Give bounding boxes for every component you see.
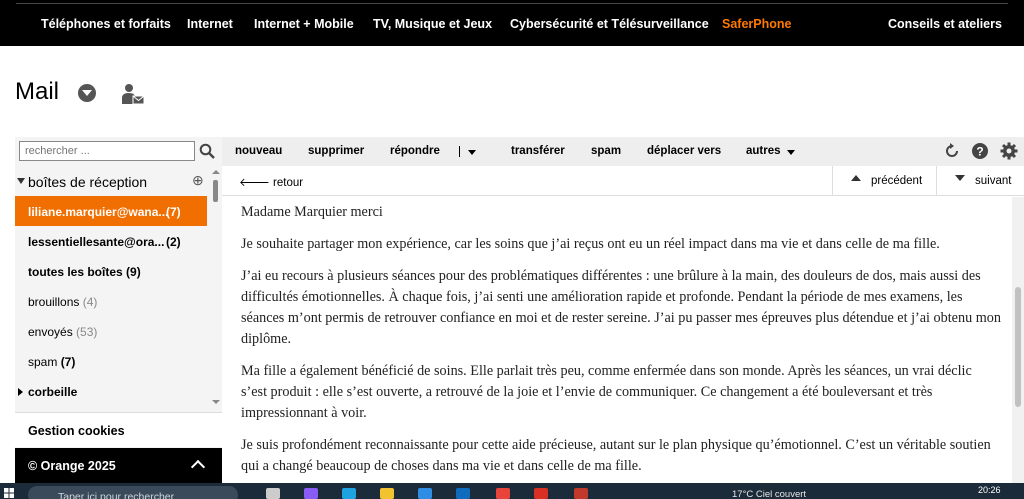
- account-item-toutes[interactable]: toutes les boîtes (9): [15, 256, 207, 286]
- account-count: (2): [166, 235, 181, 249]
- more-options-icon[interactable]: [787, 150, 795, 155]
- scroll-up-icon[interactable]: [212, 170, 220, 174]
- folder-brouillons[interactable]: brouillons (4): [15, 286, 207, 316]
- scroll-down-icon[interactable]: [212, 400, 220, 404]
- folder-corbeille[interactable]: corbeille: [15, 376, 207, 406]
- folder-name: brouillons: [28, 295, 80, 309]
- folder-envoyes[interactable]: envoyés (53): [15, 316, 207, 346]
- reply-button[interactable]: répondre: [390, 145, 440, 157]
- mail-toolbar: nouveau supprimer répondre transférer sp…: [222, 137, 1024, 166]
- forward-button[interactable]: transférer: [511, 145, 565, 157]
- app-icon[interactable]: [534, 488, 548, 499]
- expand-icon[interactable]: [18, 388, 23, 396]
- account-name: toutes les boîtes: [28, 265, 123, 279]
- folder-name: envoyés: [28, 325, 73, 339]
- message-paragraph: Madame Marquier merci: [241, 204, 383, 220]
- windows-start-icon[interactable]: [4, 488, 14, 498]
- nav-internet-mobile[interactable]: Internet + Mobile: [254, 17, 354, 31]
- clock[interactable]: 20:26: [978, 485, 1001, 495]
- account-name: lessentiellesante@ora...: [28, 235, 165, 249]
- top-divider: [16, 3, 1008, 4]
- reply-separator: [459, 146, 460, 157]
- cookies-link[interactable]: Gestion cookies: [15, 412, 222, 447]
- arrow-down-icon: [955, 175, 965, 181]
- next-label: suivant: [975, 175, 1012, 187]
- add-account-icon[interactable]: ⊕: [192, 172, 204, 189]
- back-button[interactable]: 🡐 retour: [239, 175, 303, 189]
- move-to-button[interactable]: déplacer vers: [647, 145, 721, 157]
- taskbar-search[interactable]: Taper ici pour rechercher: [28, 486, 238, 499]
- message-paragraph: Je suis profondément reconnaissante pour…: [241, 437, 991, 474]
- svg-text:?: ?: [976, 145, 983, 159]
- back-label: retour: [273, 177, 304, 189]
- folder-count: (53): [76, 325, 98, 339]
- inbox-header-label: boîtes de réception: [28, 174, 148, 190]
- folder-name: corbeille: [28, 385, 78, 399]
- store-icon[interactable]: [418, 488, 432, 499]
- message-paragraph: J’ai eu recours à plusieurs séances pour…: [241, 268, 1001, 347]
- previous-label: précédent: [871, 175, 923, 187]
- account-name: liliane.marquier@wana...: [28, 205, 169, 219]
- settings-icon[interactable]: [1000, 142, 1018, 160]
- help-icon[interactable]: ?: [971, 142, 989, 160]
- page-title: Mail: [15, 78, 60, 105]
- footer-bar: © Orange 2025: [15, 448, 222, 484]
- account-item-liliane[interactable]: liliane.marquier@wana... (7): [15, 196, 207, 226]
- new-button[interactable]: nouveau: [235, 145, 282, 157]
- delete-button[interactable]: supprimer: [308, 145, 364, 157]
- chevron-up-icon[interactable]: [190, 459, 206, 475]
- previous-button[interactable]: précédent: [832, 166, 936, 196]
- spam-button[interactable]: spam: [591, 145, 621, 157]
- collapse-icon[interactable]: [17, 178, 25, 184]
- account-count: (7): [166, 205, 181, 219]
- account-count: (9): [126, 265, 141, 279]
- message-body: Madame Marquier merci Je souhaite partag…: [241, 202, 1001, 488]
- nav-telephones[interactable]: Téléphones et forfaits: [41, 17, 171, 31]
- refresh-icon[interactable]: [943, 142, 961, 160]
- inbox-header[interactable]: boîtes de réception ⊕: [15, 168, 210, 194]
- cookies-label: Gestion cookies: [28, 424, 125, 438]
- nav-saferphone[interactable]: SaferPhone: [722, 17, 791, 31]
- outlook-icon[interactable]: [456, 488, 470, 499]
- taskbar-search-label: Taper ici pour rechercher: [58, 491, 175, 499]
- nav-cybersecurite[interactable]: Cybersécurité et Télésurveillance: [510, 17, 709, 31]
- weather-widget[interactable]: 17°C Ciel couvert: [732, 489, 806, 499]
- edge-icon[interactable]: [342, 488, 356, 499]
- message-scrollbar[interactable]: [1012, 197, 1024, 483]
- nav-internet[interactable]: Internet: [187, 17, 233, 31]
- search-icon[interactable]: [199, 143, 215, 159]
- task-view-icon[interactable]: [266, 488, 280, 499]
- message-paragraph: Je souhaite partager mon expérience, car…: [241, 236, 940, 252]
- brave-icon[interactable]: [496, 488, 510, 499]
- copyright-label: © Orange 2025: [28, 459, 116, 473]
- reply-options-icon[interactable]: [468, 150, 476, 155]
- account-item-lessentiellesante[interactable]: lessentiellesante@ora... (2): [15, 226, 207, 256]
- message-paragraph: Ma fille a également bénéficié de soins.…: [241, 363, 972, 421]
- next-button[interactable]: suivant: [936, 166, 1024, 196]
- search-input[interactable]: [19, 141, 195, 161]
- top-navigation: Téléphones et forfaits Internet Internet…: [0, 0, 1024, 46]
- file-explorer-icon[interactable]: [380, 488, 394, 499]
- copilot-icon[interactable]: [304, 488, 318, 499]
- scrollbar-thumb[interactable]: [1015, 287, 1021, 407]
- folder-name: spam: [28, 355, 58, 369]
- sidebar-scrollbar[interactable]: [211, 168, 221, 408]
- folder-count: (4): [82, 295, 98, 309]
- taskbar: Taper ici pour rechercher 17°C Ciel couv…: [0, 483, 1024, 499]
- nav-tv-musique[interactable]: TV, Musique et Jeux: [373, 17, 492, 31]
- nav-conseils[interactable]: Conseils et ateliers: [888, 17, 1002, 31]
- arrow-up-icon: [851, 175, 861, 181]
- folder-spam[interactable]: spam (7): [15, 346, 207, 376]
- caret-down-icon[interactable]: [78, 84, 96, 102]
- opera-icon[interactable]: [574, 488, 588, 499]
- more-button[interactable]: autres: [746, 145, 781, 157]
- contact-mail-icon[interactable]: [121, 82, 145, 106]
- scrollbar-thumb[interactable]: [213, 180, 218, 202]
- message-navigation: 🡐 retour précédent suivant: [222, 166, 1024, 196]
- folder-count: (7): [60, 355, 76, 369]
